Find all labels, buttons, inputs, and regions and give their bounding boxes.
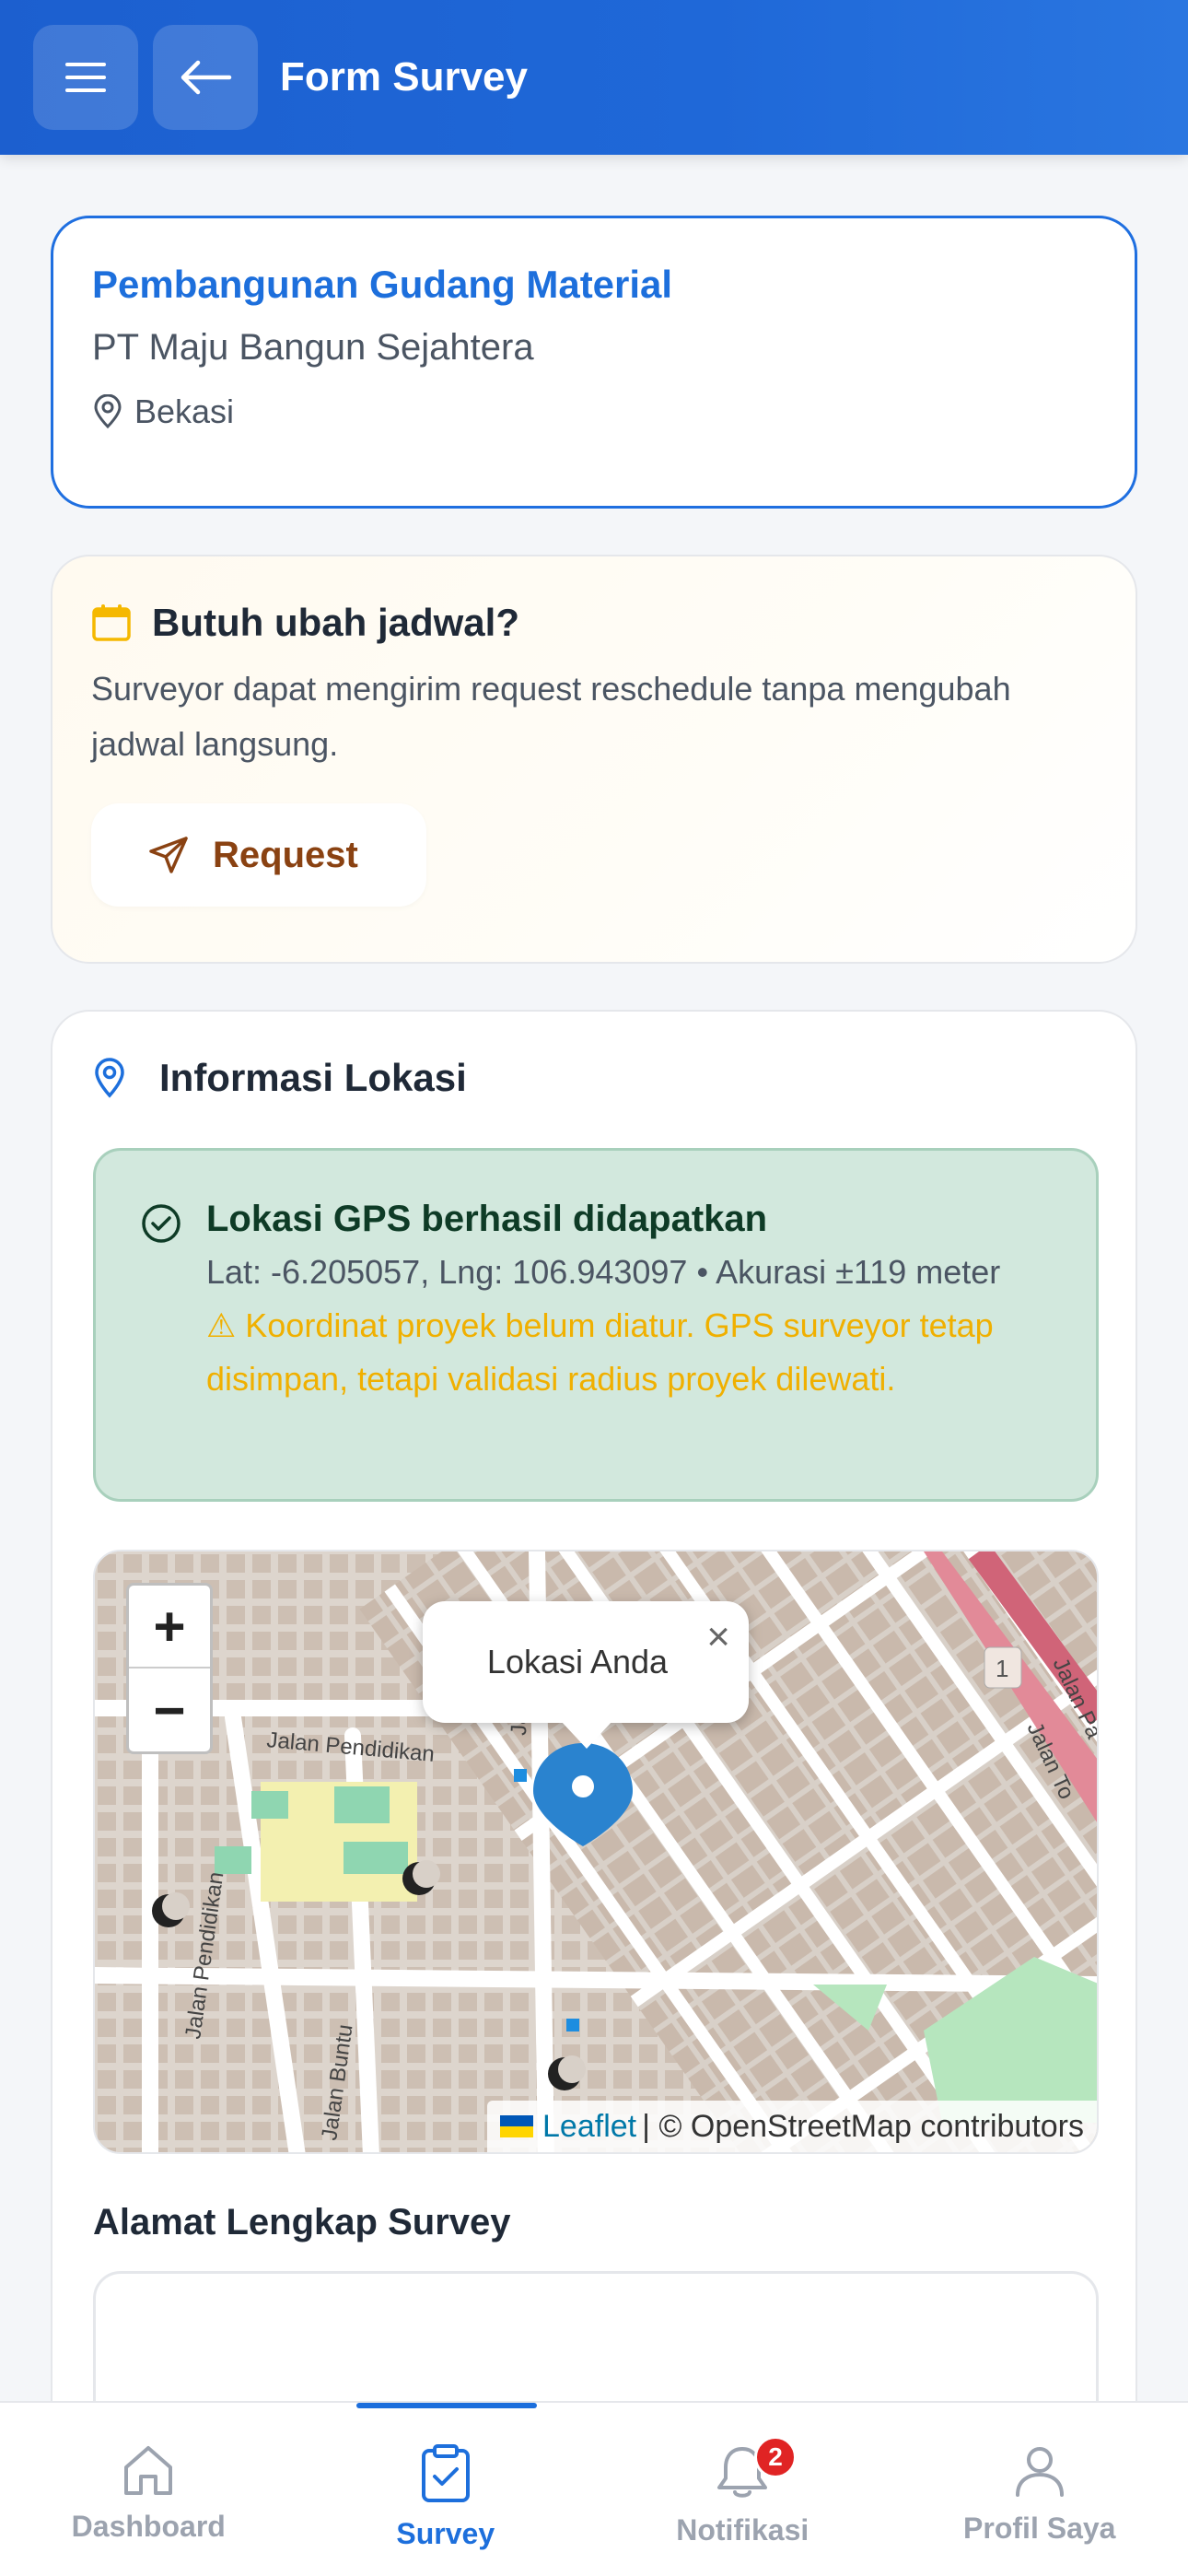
zoom-in-button[interactable]: +: [129, 1586, 210, 1669]
zoom-out-button[interactable]: −: [129, 1669, 210, 1751]
project-location: Bekasi: [92, 392, 1096, 431]
project-card: Pembangunan Gudang Material PT Maju Bang…: [51, 216, 1137, 509]
map-pin-icon: [95, 1058, 124, 1098]
location-card: Informasi Lokasi Lokasi GPS berhasil did…: [51, 1010, 1137, 2576]
clipboard-check-icon: [421, 2444, 470, 2502]
project-name: Pembangunan Gudang Material: [92, 263, 673, 306]
menu-button[interactable]: [33, 25, 138, 130]
popup-close-button[interactable]: ×: [706, 1614, 730, 1660]
gps-status-text: Lokasi GPS berhasil didapatkan Lat: -6.2…: [206, 1199, 1052, 1499]
gps-coordinates: Lat: -6.205057, Lng: 106.943097 • Akuras…: [206, 1253, 1001, 1291]
back-button[interactable]: [153, 25, 258, 130]
user-icon: [1015, 2447, 1064, 2497]
nav-notifikasi-label: Notifikasi: [676, 2513, 809, 2547]
page: Form Survey Pembangunan Gudang Material …: [0, 0, 1188, 2576]
ukraine-flag-icon: [500, 2115, 534, 2137]
address-label: Alamat Lengkap Survey: [93, 2202, 511, 2242]
nav-dashboard[interactable]: Dashboard: [0, 2403, 297, 2576]
page-title: Form Survey: [280, 54, 528, 100]
nav-profil-label: Profil Saya: [963, 2512, 1116, 2545]
map-pin-icon: [94, 394, 122, 429]
nav-survey[interactable]: Survey: [297, 2403, 595, 2576]
send-icon: [149, 837, 188, 873]
location-title: Informasi Lokasi: [159, 1056, 467, 1099]
request-button[interactable]: Request: [91, 803, 426, 907]
osm-attribution: | © OpenStreetMap contributors: [642, 2108, 1084, 2144]
popup-tip: [561, 1721, 612, 1749]
reschedule-title: Butuh ubah jadwal?: [152, 601, 519, 644]
map-popup: Lokasi Anda ×: [423, 1601, 749, 1749]
nav-dashboard-label: Dashboard: [71, 2510, 226, 2543]
app-header: Form Survey: [0, 0, 1188, 155]
zoom-control: + −: [126, 1583, 213, 1754]
leaflet-link[interactable]: Leaflet: [542, 2109, 636, 2145]
reschedule-description: Surveyor dapat mengirim request reschedu…: [91, 670, 1011, 763]
road-number: 1: [996, 1655, 1008, 1682]
active-tab-indicator: [355, 2403, 537, 2408]
map-attribution: Leaflet | © OpenStreetMap contributors: [487, 2101, 1097, 2152]
gps-warning: ⚠ Koordinat proyek belum diatur. GPS sur…: [206, 1306, 994, 1398]
check-circle-icon: [142, 1204, 181, 1243]
notification-badge: 2: [754, 2436, 797, 2478]
project-location-text: Bekasi: [134, 392, 235, 430]
nav-profil[interactable]: Profil Saya: [891, 2403, 1188, 2576]
gps-status-title: Lokasi GPS berhasil didapatkan: [206, 1199, 768, 1239]
nav-notifikasi[interactable]: 2 Notifikasi: [594, 2403, 891, 2576]
gps-status-box: Lokasi GPS berhasil didapatkan Lat: -6.2…: [93, 1148, 1099, 1502]
nav-survey-label: Survey: [396, 2517, 495, 2550]
request-button-label: Request: [213, 834, 358, 875]
popup-text: Lokasi Anda: [486, 1643, 669, 1680]
home-icon: [124, 2446, 173, 2495]
location-header: Informasi Lokasi: [93, 1056, 1095, 1100]
calendar-icon: [92, 604, 131, 641]
arrow-left-icon: [181, 60, 232, 95]
reschedule-card: Butuh ubah jadwal? Surveyor dapat mengir…: [51, 555, 1137, 964]
reschedule-header: Butuh ubah jadwal?: [91, 601, 1097, 645]
menu-icon: [65, 63, 106, 92]
bottom-navigation: Dashboard Survey 2 Notifikasi Profil Say…: [0, 2401, 1188, 2576]
project-company: PT Maju Bangun Sejahtera: [92, 327, 534, 368]
map-view[interactable]: Jalan Pendidikan Jalan Pendidikan Jalan …: [93, 1550, 1099, 2154]
